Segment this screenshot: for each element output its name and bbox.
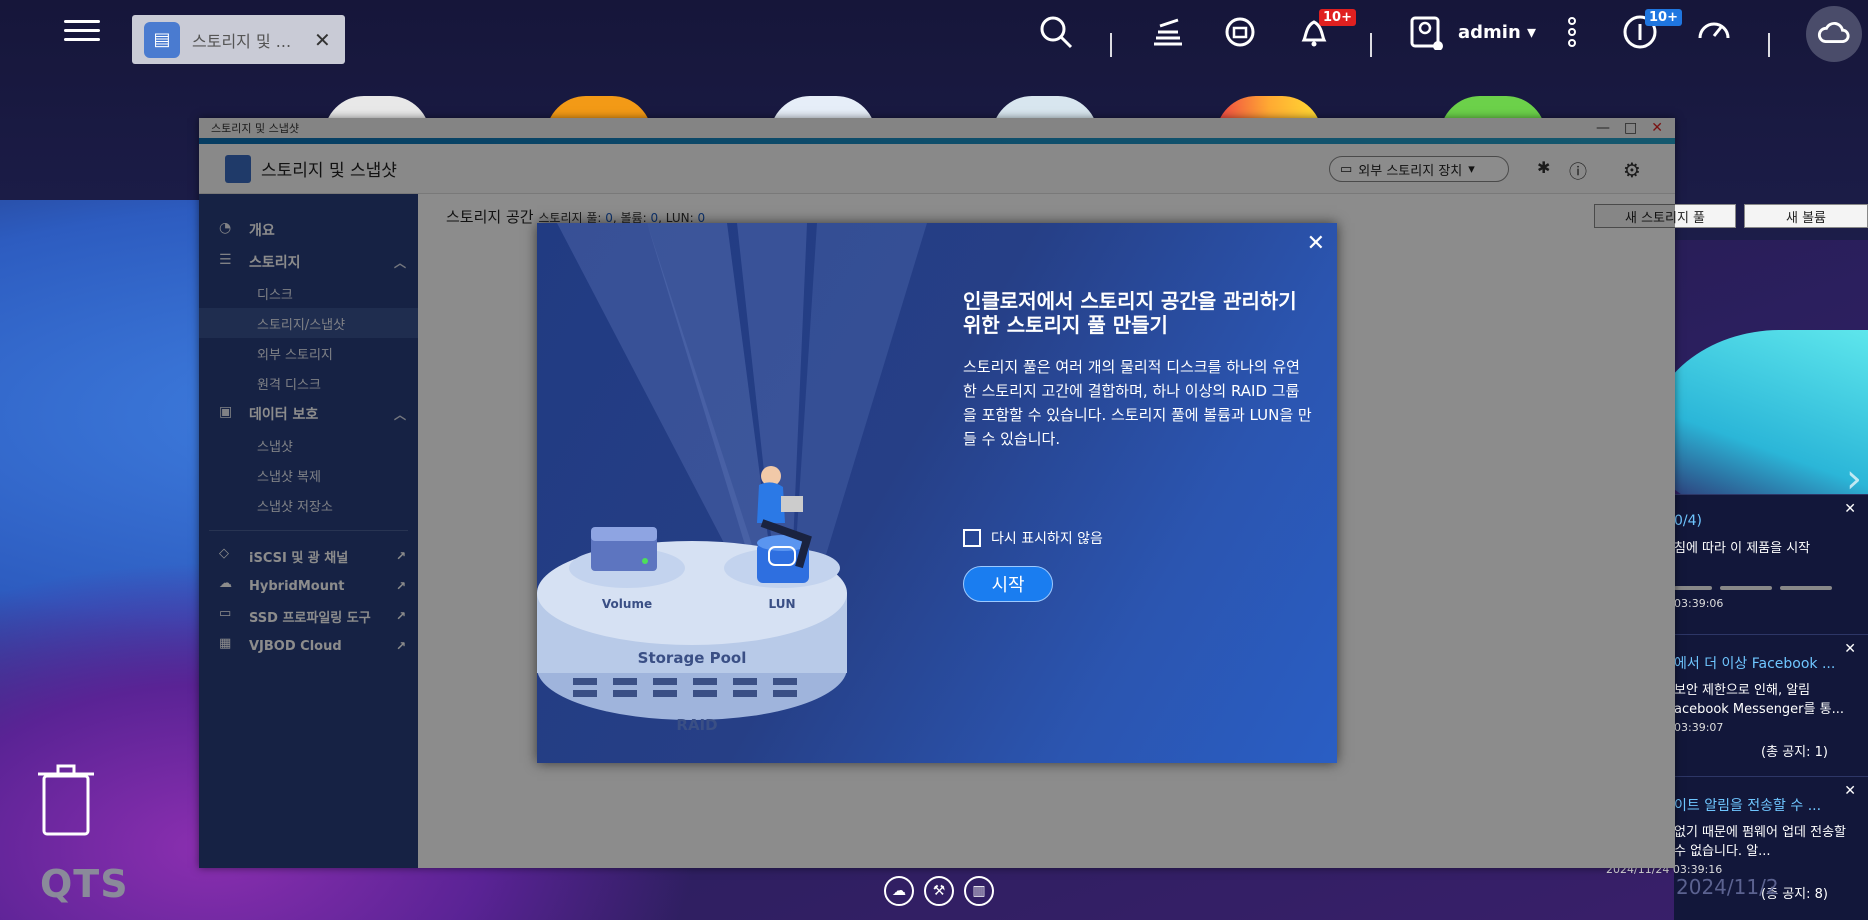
main-menu-icon[interactable] (64, 14, 100, 50)
close-icon[interactable]: ✕ (1307, 231, 1325, 256)
new-volume-button[interactable]: 새 볼륨 (1744, 204, 1868, 228)
info-badge: 10+ (1645, 9, 1682, 26)
app-tab-storage[interactable]: ▤ 스토리지 및 ... ✕ (132, 15, 345, 64)
notification-card[interactable]: ✕ 에서 더 이상 Facebook ... 보안 제한으로 인해, 알림 ac… (1674, 634, 1868, 776)
storage-pool-illustration: Volume LUN Storage Pool RAID (537, 223, 927, 734)
top-taskbar: ▤ 스토리지 및 ... ✕ 10+ admin ▾ 10+ (0, 0, 1868, 68)
tasks-icon[interactable] (1148, 12, 1188, 52)
notification-body: 보안 제한으로 인해, 알림 acebook Messenger를 통... (1674, 683, 1844, 717)
separator (1370, 33, 1372, 57)
app-tab-label: 스토리지 및 ... (192, 31, 292, 51)
book-dock-icon[interactable]: ▥ (964, 876, 994, 906)
raid-label: RAID (676, 716, 717, 734)
dashboard-gauge-icon[interactable] (1694, 12, 1734, 52)
create-storage-pool-dialog: Volume LUN Storage Pool RAID ✕ 인클로저에서 스토… (537, 223, 1337, 763)
info-icon[interactable]: 10+ (1620, 9, 1682, 52)
notification-title: 이트 알림을 전송할 수 ... (1674, 798, 1822, 814)
cloud-dock-icon[interactable]: ☁ (884, 876, 914, 906)
sync-icon[interactable] (1220, 12, 1260, 52)
notification-title: 0/4) (1674, 513, 1702, 529)
notification-bell-icon[interactable]: 10+ (1294, 9, 1356, 52)
cloud-icon[interactable] (1806, 6, 1862, 62)
trash-icon[interactable] (36, 760, 96, 840)
checkbox[interactable] (963, 529, 981, 547)
search-icon[interactable] (1036, 12, 1076, 52)
separator (1768, 33, 1770, 57)
notification-body: 없기 때문에 펌웨어 업데 전송할 수 없습니다. 알... (1674, 825, 1847, 859)
close-icon[interactable]: ✕ (314, 28, 331, 52)
notification-time: 03:39:06 (1674, 597, 1724, 610)
start-button[interactable]: 시작 (963, 566, 1053, 602)
chevron-right-icon[interactable]: › (1846, 456, 1862, 502)
dont-show-again-checkbox[interactable]: 다시 표시하지 않음 (963, 528, 1103, 548)
user-icon[interactable] (1406, 12, 1446, 52)
desktop-clock: 2024/11/2 (1676, 875, 1779, 899)
lun-label: LUN (768, 597, 795, 611)
notification-count: (총 공지: 1) (1761, 745, 1828, 760)
close-icon[interactable]: ✕ (1844, 501, 1856, 517)
close-icon[interactable]: ✕ (1844, 783, 1856, 799)
separator (1110, 33, 1112, 57)
bottom-dock: ☁ ⚒ ▥ (884, 876, 994, 906)
hammer-dock-icon[interactable]: ⚒ (924, 876, 954, 906)
dialog-description: 스토리지 풀은 여러 개의 물리적 디스크를 하나의 유연한 스토리지 고간에 … (963, 358, 1312, 448)
notification-body: 침에 따라 이 제품을 시작 (1674, 541, 1811, 556)
storage-pool-label: Storage Pool (638, 649, 747, 667)
dialog-title: 인클로저에서 스토리지 공간을 관리하기 위한 스토리지 풀 만들기 (963, 289, 1297, 337)
notification-time: 03:39:07 (1674, 721, 1724, 734)
qts-logo: QTS (40, 862, 129, 906)
close-icon[interactable]: ✕ (1844, 641, 1856, 657)
notification-card[interactable]: ✕ 0/4) 침에 따라 이 제품을 시작 03:39:06 (1674, 494, 1868, 634)
notification-badge: 10+ (1319, 9, 1356, 26)
volume-label: Volume (602, 597, 652, 611)
more-options-icon[interactable] (1552, 12, 1592, 52)
storage-app-icon: ▤ (144, 21, 180, 58)
admin-menu[interactable]: admin ▾ (1458, 22, 1536, 43)
notification-title: 에서 더 이상 Facebook ... (1674, 656, 1836, 672)
progress-steps (1674, 586, 1832, 590)
